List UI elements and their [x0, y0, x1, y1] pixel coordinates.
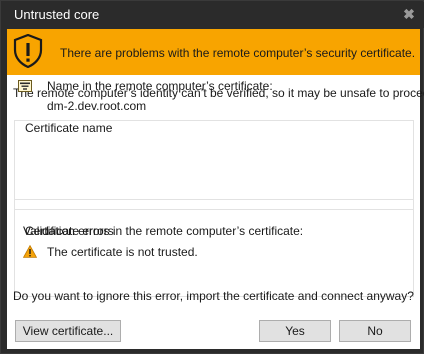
certificate-name-group: Certificate name	[14, 120, 414, 210]
shield-warning-icon	[13, 34, 43, 68]
certificate-name-legend: Certificate name	[23, 121, 115, 135]
yes-button[interactable]: Yes	[259, 320, 331, 342]
view-certificate-button[interactable]: View certificate...	[15, 320, 121, 342]
certificate-name-value: dm-2.dev.root.com	[47, 99, 147, 113]
certificate-errors-label: Validation errors in the remote computer…	[23, 224, 304, 238]
warning-banner: There are problems with the remote compu…	[7, 29, 420, 75]
question-text: Do you want to ignore this error, import…	[13, 289, 414, 303]
untrusted-core-dialog: Untrusted core ✖ There are problems with…	[0, 0, 424, 354]
warning-message: There are problems with the remote compu…	[60, 46, 416, 60]
no-button[interactable]: No	[339, 320, 411, 342]
certificate-errors-value: The certificate is not trusted.	[47, 245, 198, 259]
certificate-name-label: Name in the remote computer’s certificat…	[47, 79, 273, 93]
certificate-icon	[18, 80, 32, 92]
title-bar[interactable]: Untrusted core ✖	[2, 2, 424, 28]
close-icon[interactable]: ✖	[400, 5, 418, 23]
dialog-title: Untrusted core	[14, 7, 100, 22]
dialog-content: There are problems with the remote compu…	[7, 29, 424, 349]
warning-triangle-icon	[23, 245, 37, 258]
